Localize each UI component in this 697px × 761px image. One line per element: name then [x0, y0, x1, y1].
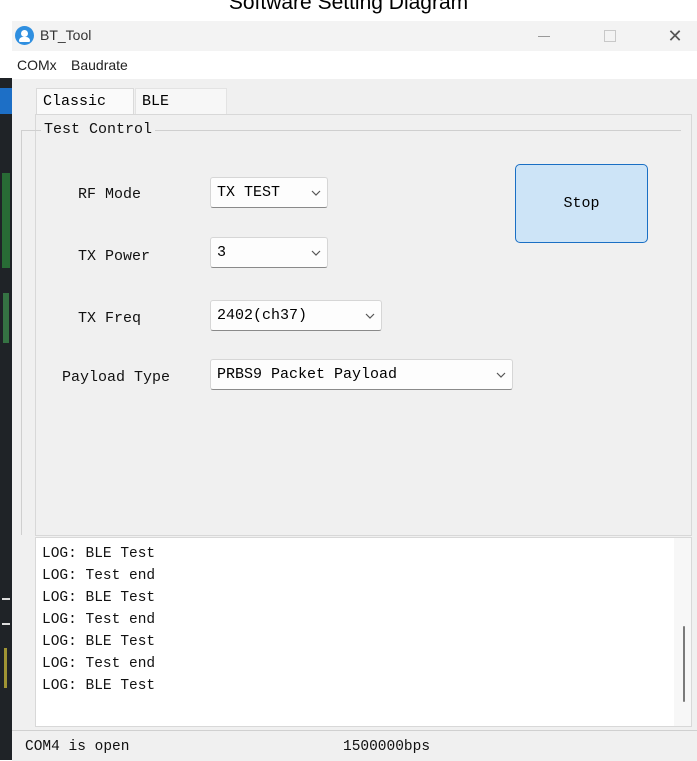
- app-window: BT_Tool ✕ COMx Baudrate Classic BLE Test…: [12, 21, 697, 761]
- chevron-down-icon: [311, 250, 321, 256]
- tab-ble[interactable]: BLE: [135, 88, 227, 114]
- rf-mode-value: TX TEST: [217, 184, 281, 201]
- tx-power-select[interactable]: 3: [210, 237, 328, 268]
- log-line: LOG: BLE Test: [42, 678, 156, 694]
- tx-freq-select[interactable]: 2402(ch37): [210, 300, 382, 331]
- tx-freq-value: 2402(ch37): [217, 307, 308, 324]
- title-bar: BT_Tool ✕: [12, 21, 697, 51]
- log-line: LOG: Test end: [42, 656, 156, 672]
- baud-status: 1500000bps: [343, 739, 431, 755]
- payload-type-select[interactable]: PRBS9 Packet Payload: [210, 359, 513, 390]
- tx-freq-label: TX Freq: [78, 310, 142, 327]
- close-button[interactable]: ✕: [652, 21, 697, 51]
- log-line: LOG: BLE Test: [42, 590, 156, 606]
- group-title: Test Control: [41, 121, 156, 138]
- log-scrollbar[interactable]: [674, 538, 691, 726]
- window-title: BT_Tool: [40, 27, 92, 43]
- payload-type-value: PRBS9 Packet Payload: [217, 366, 398, 383]
- log-line: LOG: Test end: [42, 612, 156, 628]
- payload-type-label: Payload Type: [62, 369, 171, 386]
- close-icon: ✕: [667, 25, 683, 47]
- scrollbar-thumb[interactable]: [683, 626, 685, 702]
- chevron-down-icon: [311, 190, 321, 196]
- rf-mode-select[interactable]: TX TEST: [210, 177, 328, 208]
- port-status: COM4 is open: [25, 739, 130, 755]
- chevron-down-icon: [496, 372, 506, 378]
- tab-classic[interactable]: Classic: [36, 88, 134, 114]
- log-line: LOG: BLE Test: [42, 546, 156, 562]
- maximize-icon: [604, 30, 616, 42]
- minimize-icon: [538, 35, 550, 37]
- figure-caption: Software Setting Diagram: [228, 0, 469, 14]
- main-content: Classic BLE Test Control RF Mode TX TEST…: [12, 79, 697, 761]
- menu-item-comx[interactable]: COMx: [17, 57, 57, 73]
- status-bar: COM4 is open 1500000bps: [12, 730, 697, 761]
- stop-button[interactable]: Stop: [515, 164, 648, 243]
- maximize-button[interactable]: [587, 21, 633, 51]
- background-window-strip: [0, 78, 12, 760]
- rf-mode-label: RF Mode: [78, 186, 142, 203]
- log-line: LOG: Test end: [42, 568, 156, 584]
- user-circle-icon: [15, 26, 34, 45]
- menu-item-baudrate[interactable]: Baudrate: [71, 57, 128, 73]
- menu-bar: COMx Baudrate: [12, 51, 697, 79]
- chevron-down-icon: [365, 313, 375, 319]
- tx-power-value: 3: [217, 244, 227, 261]
- tx-power-label: TX Power: [78, 248, 151, 265]
- minimize-button[interactable]: [521, 21, 567, 51]
- log-output: LOG: BLE Test LOG: Test end LOG: BLE Tes…: [35, 537, 692, 727]
- log-line: LOG: BLE Test: [42, 634, 156, 650]
